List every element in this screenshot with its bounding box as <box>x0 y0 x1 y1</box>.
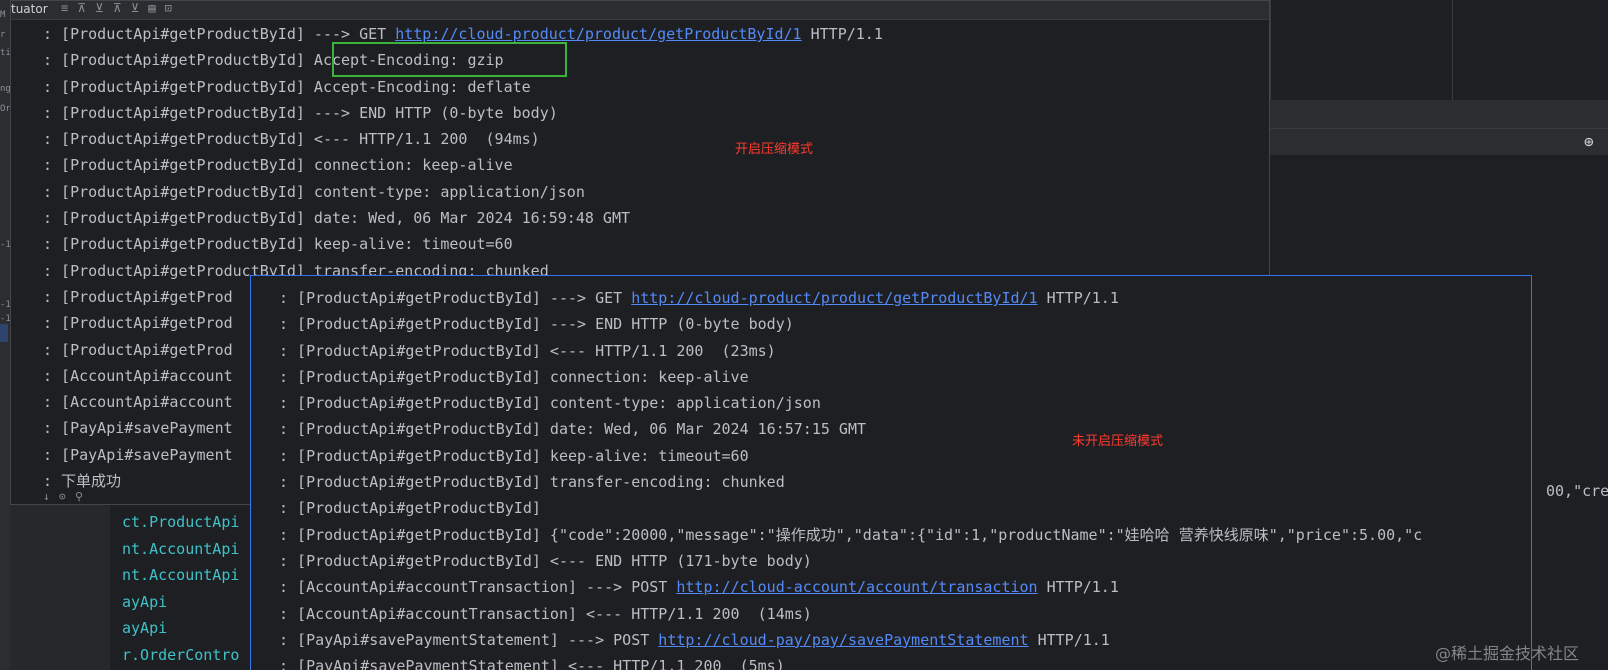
log-url-link[interactable]: http://cloud-product/product/getProductB… <box>395 25 801 43</box>
log-text: : [ProductApi#getProductById] <--- END H… <box>279 551 812 570</box>
background-logger-names: ct.ProductApi nt.AccountApi nt.AccountApi a… <box>122 509 239 668</box>
log-line: : [ProductApi#getProductById] transfer-e… <box>279 469 1422 495</box>
footer-icon[interactable]: ⊙ <box>59 490 66 503</box>
background-logger-name: nt.AccountApi <box>122 539 240 558</box>
background-divider <box>1452 0 1453 100</box>
background-logger-name: r.OrderContro <box>122 645 240 664</box>
log-text: : [ProductApi#getProd <box>43 314 233 333</box>
log-line: : [ProductApi#getProductById] keep-alive… <box>43 231 883 257</box>
log-line: : [ProductApi#getProductById] ---> END H… <box>43 100 883 126</box>
log-text: : [ProductApi#getProductById] ---> END H… <box>43 103 558 122</box>
background-logger-name: ct.ProductApi <box>122 513 240 531</box>
log-line: : [ProductApi#getProductById] date: Wed,… <box>279 416 1422 442</box>
log-line: : [ProductApi#getProductById] Accept-Enc… <box>43 74 883 100</box>
log-text: : [ProductApi#getProductById] <--- HTTP/… <box>43 130 540 149</box>
log-text: : [ProductApi#getProductById] content-ty… <box>279 394 821 413</box>
log-text: : [ProductApi#getProductById] connection… <box>279 367 749 386</box>
background-lower-gutter <box>10 505 110 670</box>
watermark: @稀土掘金技术社区 <box>1435 644 1580 663</box>
log-text: : [ProductApi#getProductById] <--- HTTP/… <box>279 341 776 360</box>
toolbar-action-icon[interactable]: ▤ <box>148 1 164 15</box>
background-logger-name: nt.AccountApi <box>122 566 240 584</box>
log-text: : [ProductApi#getProductById] transfer-e… <box>279 473 785 492</box>
log-text: : [ProductApi#getProductById] date: Wed,… <box>279 420 866 439</box>
log-text: : [ProductApi#getProductById] ---> GET <box>279 289 632 307</box>
log-text: : [ProductApi#getProductById] keep-alive… <box>43 235 513 254</box>
log-line: : [ProductApi#getProductById] <box>279 495 1422 521</box>
log-text: : [ProductApi#getProductById] {"code":20… <box>279 525 1423 544</box>
left-strip-label: M <box>0 10 6 20</box>
tool-window-title: tuator <box>11 2 48 16</box>
toolbar-action-icon[interactable]: ≡ <box>61 1 77 15</box>
log-text: : [PayApi#savePayment <box>43 445 233 464</box>
toolbar-action-icon[interactable]: ⊼ <box>77 1 95 15</box>
annotation-compression-off: 未开启压缩模式 <box>1072 434 1164 449</box>
toolbar-action-icon[interactable]: ⊡ <box>165 1 181 15</box>
log-text: : [ProductApi#getProd <box>43 287 233 306</box>
log-line: : [ProductApi#getProductById] connection… <box>279 364 1422 390</box>
log-url-link[interactable]: http://cloud-pay/pay/savePaymentStatemen… <box>658 631 1028 649</box>
footer-icon[interactable]: ⚲ <box>75 490 83 503</box>
log-line: : [AccountApi#accountTransaction] <--- H… <box>279 601 1422 627</box>
log-suffix: HTTP/1.1 <box>1028 630 1110 649</box>
console-toolbar-icons[interactable]: ≡⊼⊻⊼⊻▤⊡ <box>61 1 181 15</box>
toolbar-action-icon[interactable]: ⊻ <box>131 1 149 15</box>
left-strip-labels: Mr ti ng Or -1 -1 -1 <box>0 0 11 670</box>
log-text: : [AccountApi#accountTransaction] ---> P… <box>279 578 677 597</box>
log-text: : [ProductApi#getProductById] <box>279 499 541 518</box>
log-text: : [PayApi#savePaymentStatement] ---> POS… <box>279 630 659 649</box>
log-text: : [ProductApi#getProductById] Accept-Enc… <box>43 77 531 96</box>
crosshair-icon[interactable]: ⊕ <box>1584 132 1594 151</box>
log-text: : [ProductApi#getProd <box>43 340 233 359</box>
log-text: : [AccountApi#account <box>43 393 233 412</box>
log-line: : [ProductApi#getProductById] date: Wed,… <box>43 205 883 231</box>
background-logger-name: ayApi <box>122 592 168 611</box>
log-line: : [ProductApi#getProductById] {"code":20… <box>279 522 1422 548</box>
log-text: : [PayApi#savePayment <box>43 419 233 438</box>
accept-encoding-gzip-highlight <box>332 42 567 77</box>
log-text: : [ProductApi#getProductById] keep-alive… <box>279 446 749 465</box>
log-text: : [ProductApi#getProductById] ---> GET <box>43 25 396 43</box>
toolbar-action-icon[interactable]: ⊻ <box>95 1 113 15</box>
background-console-toolbar <box>1270 128 1608 156</box>
log-line: : [ProductApi#getProductById] keep-alive… <box>279 443 1422 469</box>
console-log-lines: : [ProductApi#getProductById] ---> GET h… <box>279 285 1422 670</box>
background-editor-area <box>1270 0 1608 100</box>
log-suffix: HTTP/1.1 <box>1037 578 1119 597</box>
background-logger-name: ayApi <box>122 619 168 637</box>
log-text: : [ProductApi#getProductById] connection… <box>43 156 513 175</box>
log-url-link[interactable]: http://cloud-product/product/getProductB… <box>631 289 1037 307</box>
annotation-compression-on: 开启压缩模式 <box>735 142 814 157</box>
log-text: : [AccountApi#account <box>43 366 233 385</box>
log-line: : [ProductApi#getProductById] ---> END H… <box>279 311 1422 337</box>
log-line: : [ProductApi#getProductById] <--- HTTP/… <box>279 338 1422 364</box>
log-line: : [AccountApi#accountTransaction] ---> P… <box>279 574 1422 600</box>
log-line: : [ProductApi#getProductById] <--- END H… <box>279 548 1422 574</box>
footer-icon[interactable]: ↓ <box>43 490 50 503</box>
log-line: : [PayApi#savePaymentStatement] <--- HTT… <box>279 653 1422 670</box>
log-text: : [ProductApi#getProductById] date: Wed,… <box>43 209 630 228</box>
log-text: : [AccountApi#accountTransaction] <--- H… <box>279 604 812 623</box>
log-suffix: HTTP/1.1 <box>801 25 883 43</box>
console-toolbar: tuator ≡⊼⊻⊼⊻▤⊡ <box>11 1 1269 20</box>
log-url-link[interactable]: http://cloud-account/account/transaction <box>676 578 1037 596</box>
left-strip-label: r <box>0 30 6 40</box>
toolbar-action-icon[interactable]: ⊼ <box>113 1 131 15</box>
log-text: : [ProductApi#getProductById] content-ty… <box>43 182 585 201</box>
console-window-compression-off: : [ProductApi#getProductById] ---> GET h… <box>250 275 1532 670</box>
log-suffix: HTTP/1.1 <box>1037 289 1119 307</box>
background-console-text: 00,"cre <box>1546 482 1608 500</box>
log-line: : [PayApi#savePaymentStatement] ---> POS… <box>279 627 1422 653</box>
log-line: : [ProductApi#getProductById] ---> GET h… <box>279 285 1422 311</box>
log-text: : [ProductApi#getProductById] ---> END H… <box>279 315 794 334</box>
log-line: : [ProductApi#getProductById] content-ty… <box>43 179 883 205</box>
log-line: : [ProductApi#getProductById] content-ty… <box>279 390 1422 416</box>
log-text: : [PayApi#savePaymentStatement] <--- HTT… <box>279 657 785 670</box>
